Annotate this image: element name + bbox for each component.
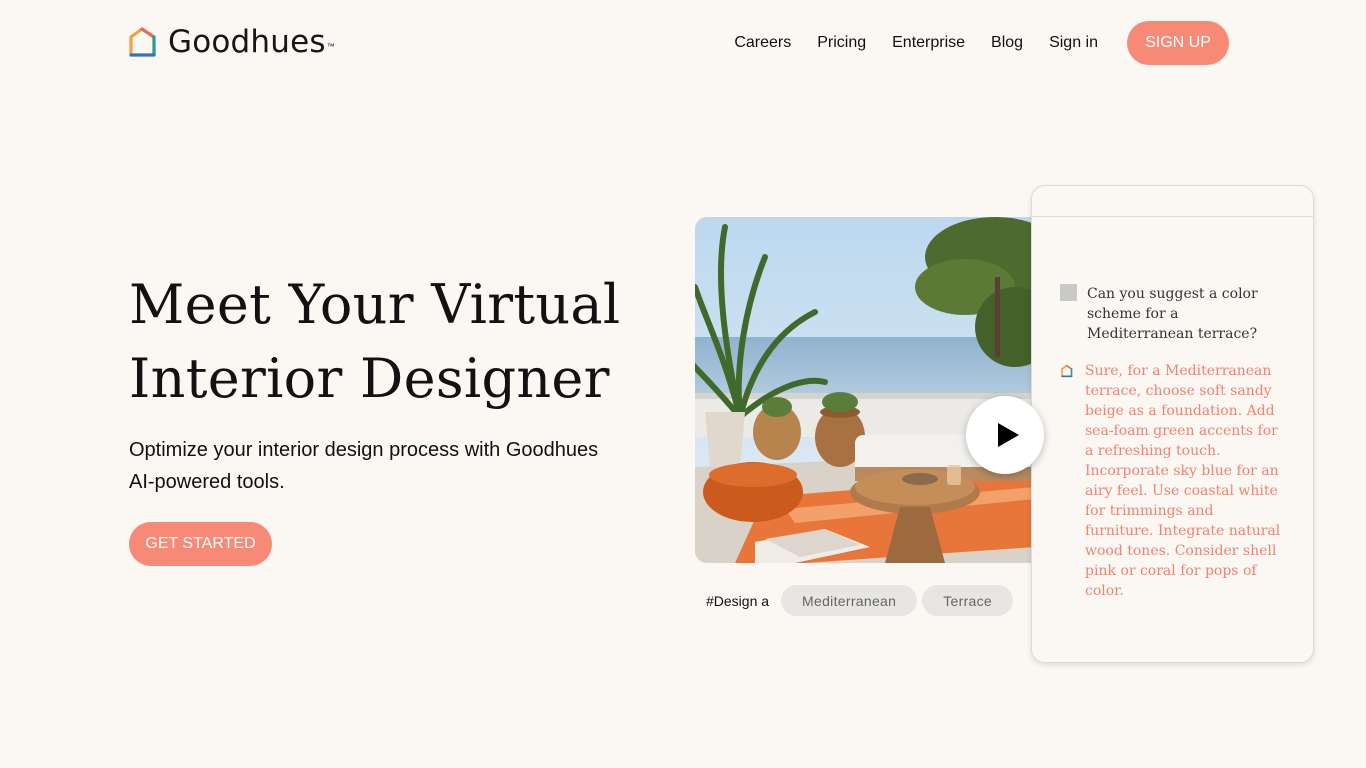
brand-trademark: ™ — [326, 41, 335, 51]
design-tags: #Design a Mediterranean Terrace — [706, 585, 1018, 616]
chat-question: Can you suggest a color scheme for a Med… — [1060, 284, 1287, 344]
brand-name: Goodhues — [168, 24, 326, 60]
chat-answer: Sure, for a Mediterranean terrace, choos… — [1060, 361, 1285, 601]
nav-blog[interactable]: Blog — [991, 34, 1023, 52]
sign-up-button[interactable]: SIGN UP — [1127, 21, 1229, 65]
main-nav: Careers Pricing Enterprise Blog Sign in … — [734, 21, 1229, 65]
answer-text: Sure, for a Mediterranean terrace, choos… — [1085, 363, 1281, 599]
hero-title-line-1: Meet Your Virtual — [129, 273, 621, 336]
terrace-image — [695, 217, 1035, 563]
hero-title-line-2: Interior Designer — [129, 347, 610, 410]
get-started-button[interactable]: GET STARTED — [129, 522, 272, 566]
tag-prefix: #Design a — [706, 592, 770, 609]
logo-house-icon — [129, 27, 156, 57]
hero-title: Meet Your Virtual Interior Designer — [129, 268, 689, 416]
user-avatar-icon — [1060, 284, 1077, 301]
nav-careers[interactable]: Careers — [734, 34, 791, 52]
tag-mediterranean[interactable]: Mediterranean — [781, 585, 918, 616]
question-text: Can you suggest a color scheme for a Med… — [1087, 286, 1258, 342]
brand-logo[interactable]: Goodhues ™ — [129, 24, 335, 60]
hero-subtitle: Optimize your interior design process wi… — [129, 439, 599, 493]
chat-panel: Can you suggest a color scheme for a Med… — [1031, 185, 1314, 663]
assistant-logo-icon — [1061, 364, 1073, 378]
play-icon — [997, 423, 1019, 447]
chat-panel-header — [1032, 186, 1313, 217]
nav-sign-in[interactable]: Sign in — [1049, 34, 1098, 52]
tag-terrace[interactable]: Terrace — [922, 585, 1014, 616]
nav-pricing[interactable]: Pricing — [817, 34, 866, 52]
terrace-illustration — [695, 217, 1035, 563]
nav-enterprise[interactable]: Enterprise — [892, 34, 965, 52]
play-video-button[interactable] — [966, 396, 1044, 474]
